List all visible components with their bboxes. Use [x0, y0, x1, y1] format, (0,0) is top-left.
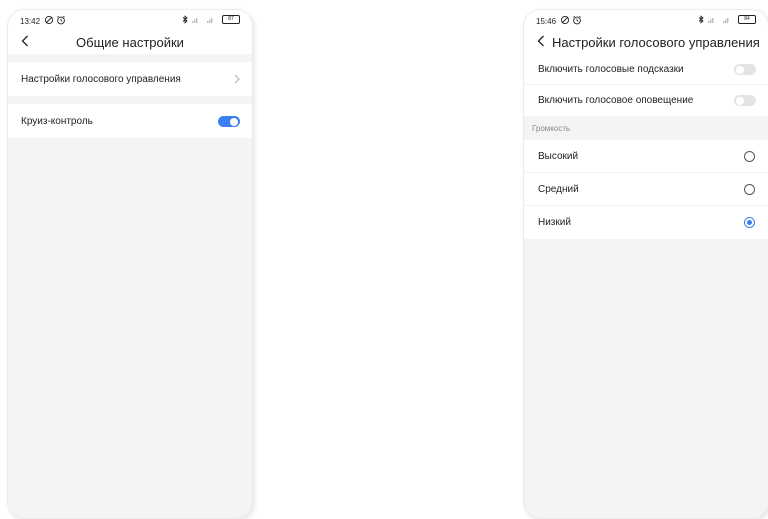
bluetooth-icon — [182, 15, 188, 24]
volume-option-low[interactable]: Низкий — [524, 206, 768, 239]
voice-settings-item[interactable]: Настройки голосового управления — [8, 62, 252, 96]
alarm-icon — [573, 15, 581, 25]
back-arrow-icon — [537, 35, 544, 47]
data-saver-icon — [44, 15, 54, 25]
cruise-control-toggle[interactable] — [218, 116, 240, 127]
volume-option-high[interactable]: Высокий — [524, 140, 768, 173]
app-header: Настройки голосового управления — [524, 30, 768, 54]
signal-icon — [723, 18, 729, 23]
bluetooth-icon — [698, 15, 704, 24]
page-title: Настройки голосового управления — [552, 35, 760, 50]
status-bar: 15:46 84 — [524, 10, 768, 30]
data-saver-icon — [560, 15, 570, 25]
radio-unchecked-icon[interactable] — [744, 184, 755, 195]
status-left-icons — [44, 15, 66, 25]
volume-option-label: Средний — [538, 183, 579, 195]
status-time: 13:42 — [20, 17, 41, 26]
battery-icon: 84 — [738, 15, 756, 24]
voice-prompts-item: Включить голосовые подсказки — [524, 54, 768, 85]
volume-option-medium[interactable]: Средний — [524, 173, 768, 206]
voice-prompts-toggle[interactable] — [734, 64, 756, 75]
phone-screen-voice-settings: 15:46 84 Настройки голосового управления… — [524, 10, 768, 518]
chevron-right-icon — [234, 74, 240, 84]
voice-prompts-label: Включить голосовые подсказки — [538, 63, 684, 75]
voice-alert-item: Включить голосовое оповещение — [524, 85, 768, 116]
signal-icon — [192, 18, 198, 23]
volume-option-label: Низкий — [538, 217, 571, 228]
phone-screen-general-settings: 13:42 87 Общие настройки Настройки голос… — [8, 10, 252, 518]
alarm-icon — [57, 15, 65, 25]
status-right-icons: 87 — [181, 15, 240, 24]
voice-settings-label: Настройки голосового управления — [21, 73, 181, 85]
cruise-control-label: Круиз-контроль — [21, 115, 93, 127]
signal-icon — [708, 18, 714, 23]
page-title: Общие настройки — [76, 35, 184, 50]
cruise-control-item: Круиз-контроль — [8, 104, 252, 138]
battery-icon: 87 — [222, 15, 240, 24]
status-time: 15:46 — [536, 17, 557, 26]
status-bar: 13:42 87 — [8, 10, 252, 30]
status-left-icons — [560, 15, 582, 25]
voice-alert-label: Включить голосовое оповещение — [538, 95, 694, 106]
radio-unchecked-icon[interactable] — [744, 151, 755, 162]
status-right-icons: 84 — [697, 15, 756, 24]
volume-option-label: Высокий — [538, 150, 579, 162]
radio-checked-icon[interactable] — [744, 217, 755, 228]
voice-alert-toggle[interactable] — [734, 95, 756, 106]
volume-section-label: Громкость — [532, 123, 571, 133]
signal-icon — [207, 18, 213, 23]
app-header: Общие настройки — [8, 30, 252, 54]
back-button[interactable] — [534, 32, 548, 50]
